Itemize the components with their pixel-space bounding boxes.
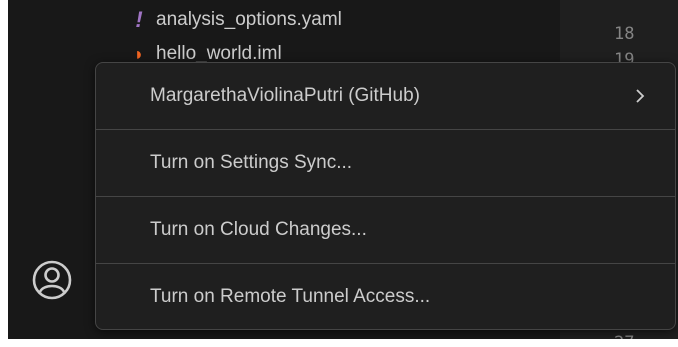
menu-item-label: Turn on Cloud Changes... (150, 219, 367, 240)
frame-edge-left (0, 0, 8, 347)
menu-item-label: Turn on Settings Sync... (150, 152, 353, 173)
file-name: analysis_options.yaml (156, 9, 342, 30)
menu-item-label: Turn on Remote Tunnel Access... (150, 286, 431, 307)
menu-item-remote-tunnel[interactable]: Turn on Remote Tunnel Access... (96, 264, 675, 330)
chevron-right-icon (636, 89, 645, 103)
menu-item-github-account[interactable]: MargarethaViolinaPutri (GitHub) (96, 63, 675, 129)
frame-edge-bottom (0, 339, 678, 347)
explorer-file-row[interactable]: ! analysis_options.yaml (128, 6, 342, 34)
menu-item-cloud-changes[interactable]: Turn on Cloud Changes... (96, 197, 675, 263)
menu-item-label: MargarethaViolinaPutri (GitHub) (150, 85, 420, 106)
accounts-icon[interactable] (30, 258, 74, 302)
accounts-context-menu: MargarethaViolinaPutri (GitHub) Turn on … (95, 62, 676, 330)
account-circle-icon (32, 260, 72, 300)
yaml-exclamation-icon: ! (135, 7, 143, 32)
vscode-window: 18 19 27 ! analysis_options.yaml ◗ hello… (0, 0, 678, 347)
menu-item-settings-sync[interactable]: Turn on Settings Sync... (96, 130, 675, 196)
line-number: 18 (614, 24, 635, 44)
